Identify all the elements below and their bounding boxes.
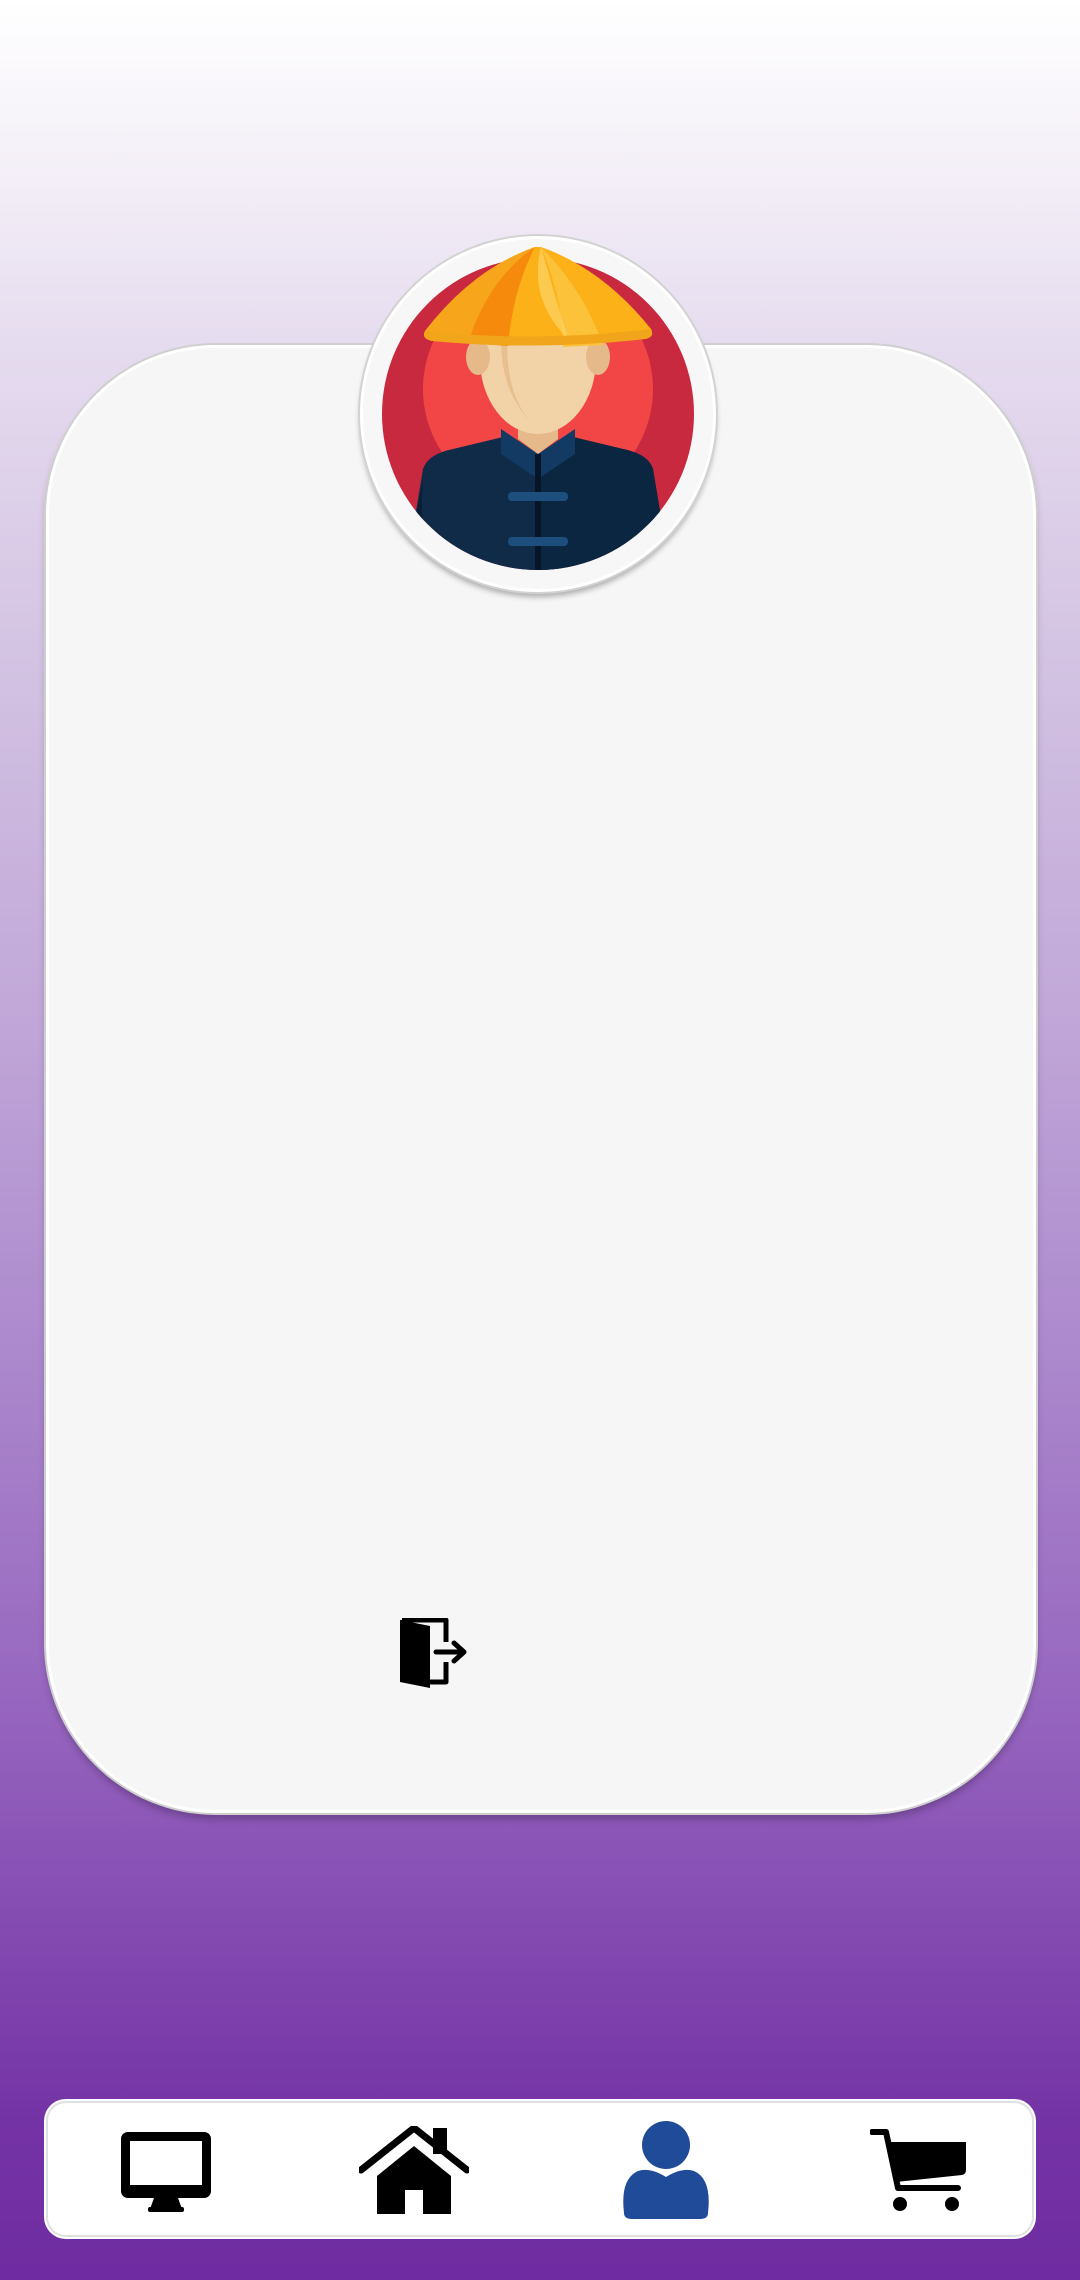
door-exit-icon: [400, 1617, 467, 1688]
home-icon: [359, 2126, 469, 2214]
profile-avatar: [360, 236, 716, 592]
user-icon: [623, 2121, 709, 2219]
nav-cart-button[interactable]: [850, 2103, 990, 2239]
nav-profile-button[interactable]: [596, 2103, 736, 2239]
nav-monitor-button[interactable]: [96, 2103, 236, 2239]
monitor-icon: [121, 2132, 211, 2212]
logout-button[interactable]: [396, 1617, 470, 1690]
avatar-illustration: [382, 247, 694, 570]
nav-home-button[interactable]: [344, 2103, 484, 2239]
bottom-navigation: [46, 2101, 1034, 2237]
cart-icon: [870, 2129, 966, 2211]
